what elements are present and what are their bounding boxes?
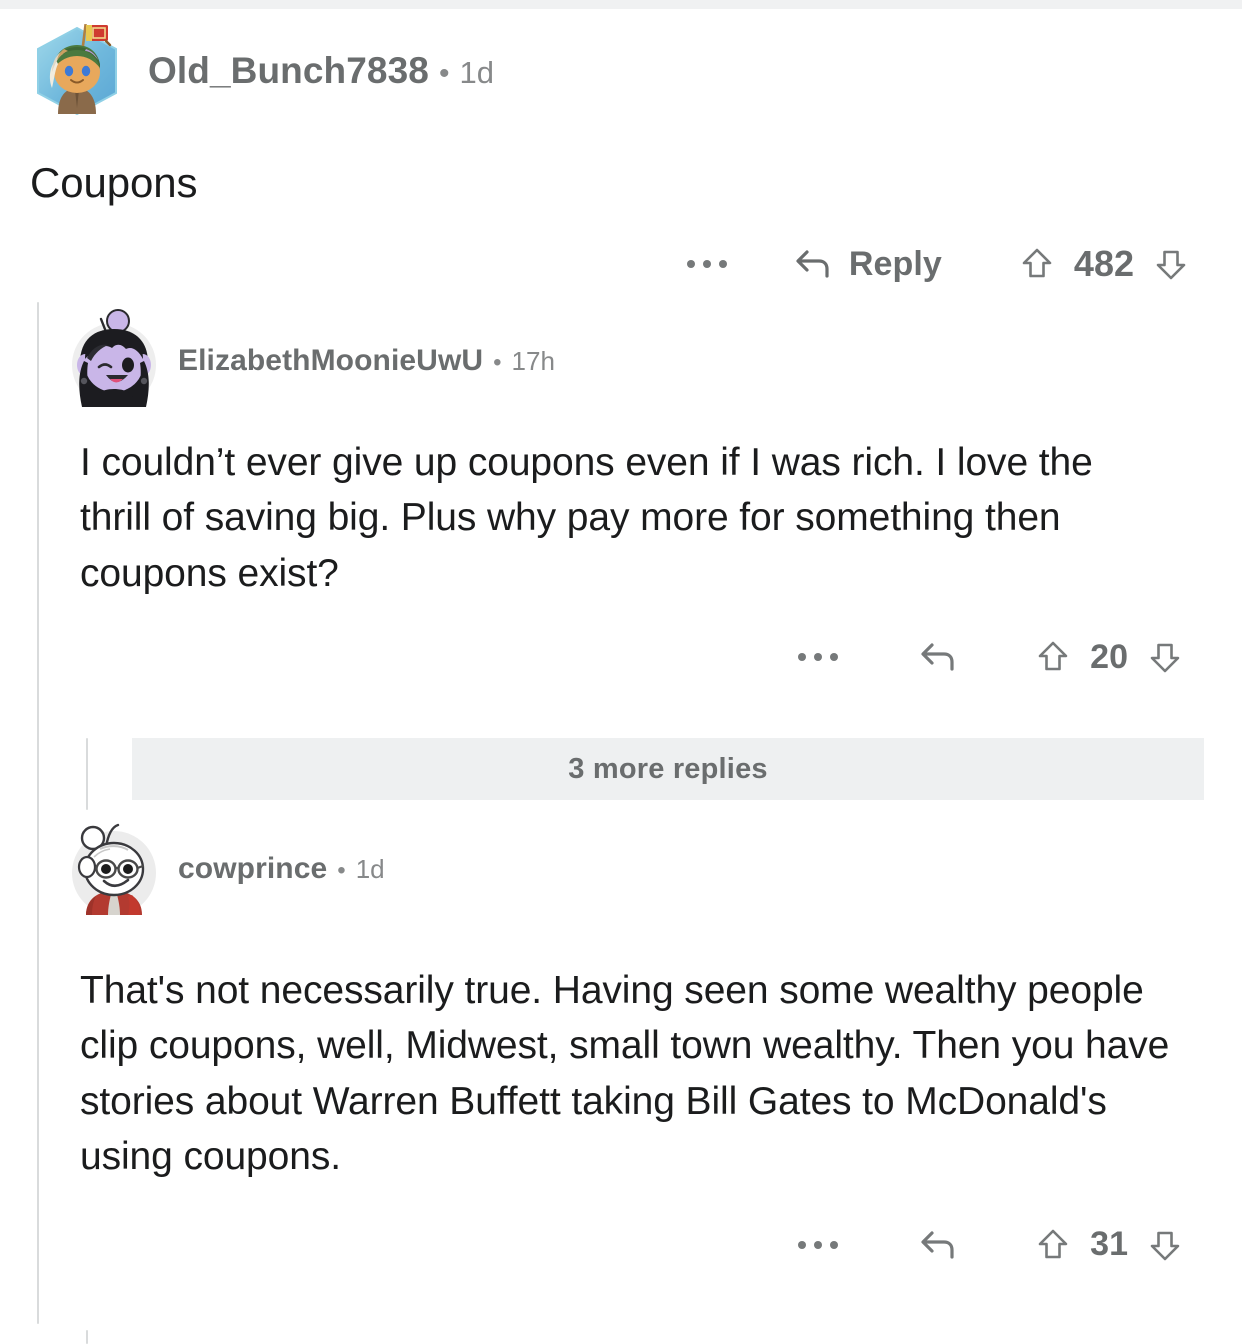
ellipsis-dot-icon	[798, 653, 807, 662]
more-options-button-reply-1[interactable]	[782, 643, 854, 671]
ellipsis-dot-icon	[718, 260, 727, 269]
thread-collapse-line-depth1[interactable]	[37, 302, 39, 1324]
ellipsis-dot-icon	[702, 260, 711, 269]
thread-collapse-line-depth2[interactable]	[86, 738, 88, 810]
ellipsis-dot-icon	[686, 260, 695, 269]
ellipsis-dot-icon	[798, 1240, 807, 1249]
reply-arrow-icon	[918, 1227, 958, 1263]
upvote-button-root[interactable]	[1006, 238, 1068, 290]
comment-header-root: Old_Bunch7838 • 1d	[28, 22, 1214, 120]
comment-actionbar-reply-1: 20	[68, 631, 1214, 683]
ellipsis-dot-icon	[830, 653, 839, 662]
comment-meta-root: Old_Bunch7838 • 1d	[148, 50, 494, 92]
reply-arrow-icon	[918, 639, 958, 675]
comment-body-reply-2: That's not necessarily true. Having seen…	[80, 969, 1170, 1179]
comment-body-reply-1: I couldn’t ever give up coupons even if …	[80, 441, 1093, 595]
more-replies-label: 3 more replies	[568, 752, 768, 785]
downvote-button-reply-1[interactable]	[1134, 631, 1196, 683]
comment-header-reply-1: ElizabethMoonieUwU • 17h	[68, 309, 1214, 407]
upvote-button-reply-2[interactable]	[1022, 1219, 1084, 1271]
upvote-button-reply-1[interactable]	[1022, 631, 1084, 683]
upvote-arrow-icon	[1020, 246, 1054, 282]
more-options-button-reply-2[interactable]	[782, 1231, 854, 1259]
comment-timestamp-root: 1d	[459, 55, 494, 90]
more-options-button-root[interactable]	[671, 250, 743, 278]
reply-button-reply-2[interactable]	[900, 1219, 976, 1271]
avatar-elizabethmoonieuwu[interactable]	[68, 309, 160, 407]
downvote-arrow-icon	[1148, 1227, 1182, 1263]
comment-body-root: Coupons	[30, 159, 198, 206]
ellipsis-dot-icon	[814, 1240, 823, 1249]
comment-meta-reply-1: ElizabethMoonieUwU • 17h	[178, 344, 555, 378]
vote-group-reply-2: 31	[1022, 1219, 1196, 1271]
more-replies-button[interactable]: 3 more replies	[132, 738, 1204, 800]
comment-header-reply-2: cowprince • 1d	[68, 823, 1214, 915]
comment-thread-screen: Old_Bunch7838 • 1d Coupons Reply 482 Eli…	[0, 0, 1242, 1344]
reply-button-reply-1[interactable]	[900, 631, 976, 683]
comment-author-reply-2[interactable]: cowprince	[178, 852, 327, 886]
avatar-cowprince[interactable]	[68, 823, 160, 915]
comment-root: Old_Bunch7838 • 1d Coupons Reply 482	[28, 22, 1214, 292]
upvote-arrow-icon	[1036, 1227, 1070, 1263]
reply-button-root[interactable]: Reply	[775, 237, 960, 292]
meta-separator: •	[438, 57, 450, 90]
vote-score-reply-1: 20	[1090, 637, 1128, 676]
downvote-arrow-icon	[1148, 639, 1182, 675]
comment-actionbar-root: Reply 482	[28, 237, 1214, 292]
vote-score-reply-2: 31	[1090, 1225, 1128, 1263]
avatar-old-bunch7838[interactable]	[28, 22, 126, 120]
downvote-button-reply-2[interactable]	[1134, 1219, 1196, 1271]
meta-separator: •	[493, 349, 502, 376]
reply-arrow-icon	[793, 246, 833, 282]
upvote-arrow-icon	[1036, 639, 1070, 675]
comment-actionbar-reply-2: 31	[68, 1219, 1214, 1271]
comment-reply-1: ElizabethMoonieUwU • 17h I couldn’t ever…	[68, 309, 1214, 683]
ellipsis-dot-icon	[830, 1240, 839, 1249]
meta-separator: •	[337, 857, 346, 884]
comment-reply-2: cowprince • 1d That's not necessarily tr…	[68, 823, 1214, 1271]
comment-timestamp-reply-2: 1d	[355, 854, 385, 884]
vote-score-root: 482	[1073, 243, 1134, 285]
thread-collapse-line-depth2-bottom[interactable]	[86, 1330, 88, 1344]
status-bar-strip	[0, 0, 1242, 9]
downvote-button-root[interactable]	[1140, 238, 1202, 290]
comment-timestamp-reply-1: 17h	[511, 346, 555, 376]
ellipsis-dot-icon	[814, 653, 823, 662]
comment-author-root[interactable]: Old_Bunch7838	[148, 50, 429, 92]
vote-group-root: 482	[1006, 238, 1202, 290]
reply-button-label: Reply	[848, 244, 942, 283]
downvote-arrow-icon	[1154, 246, 1188, 282]
comment-author-reply-1[interactable]: ElizabethMoonieUwU	[178, 344, 483, 378]
vote-group-reply-1: 20	[1022, 631, 1196, 683]
comment-meta-reply-2: cowprince • 1d	[178, 852, 385, 886]
